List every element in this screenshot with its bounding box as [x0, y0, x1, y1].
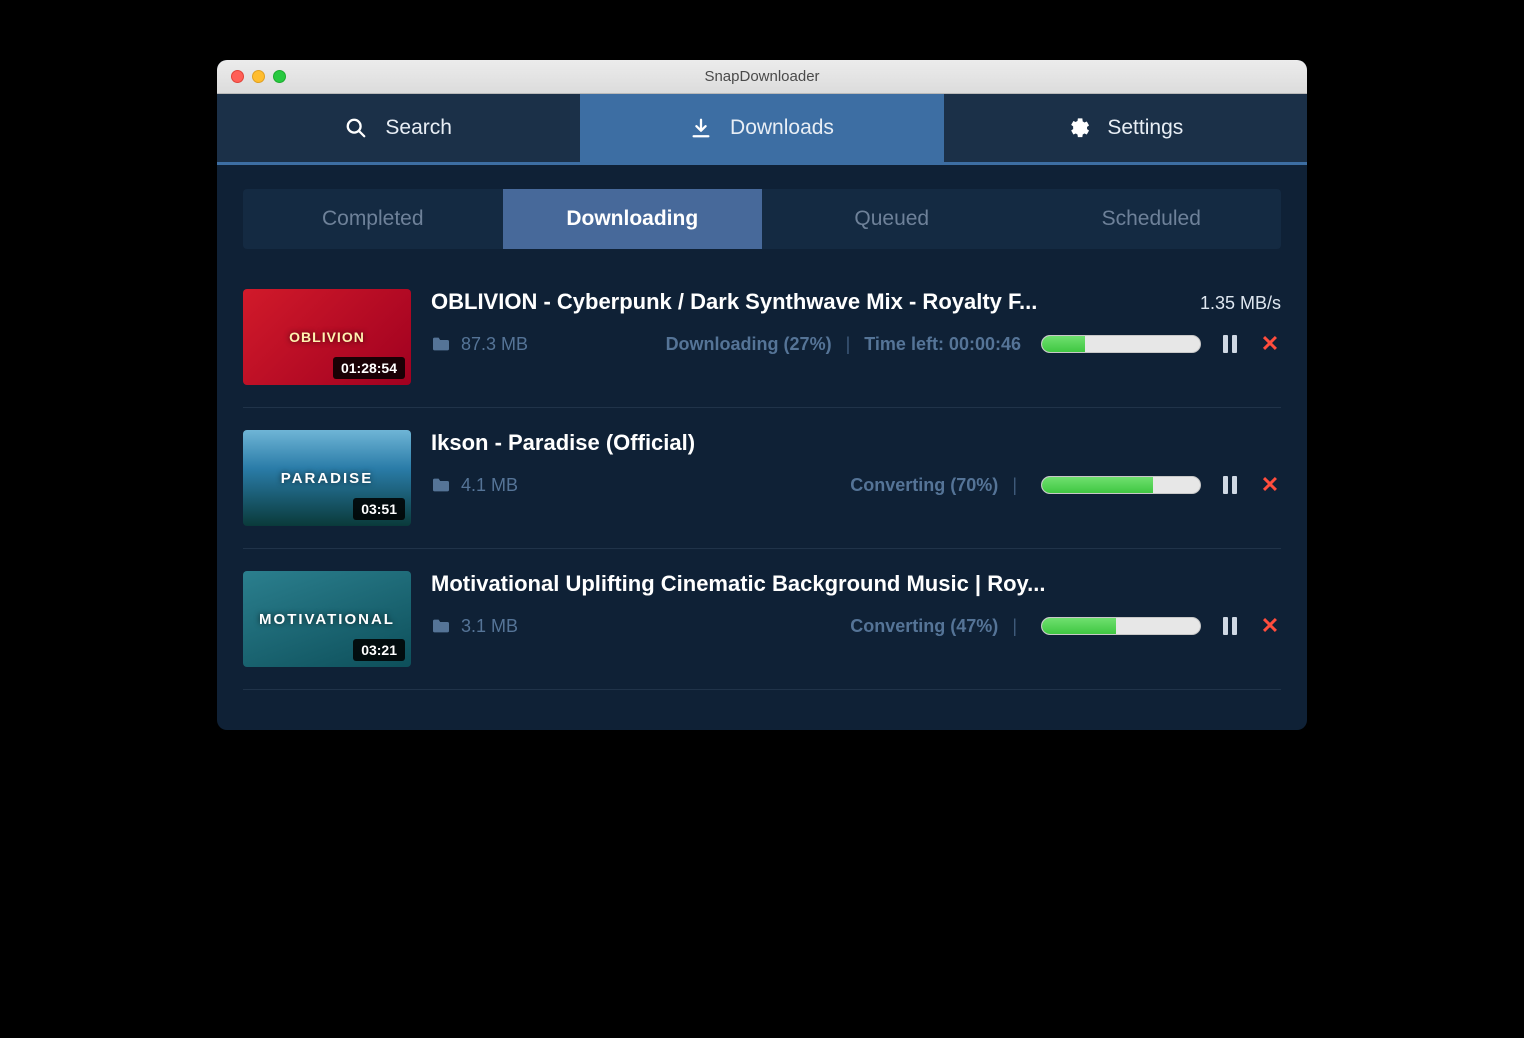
folder-icon[interactable] — [431, 336, 451, 352]
pause-icon — [1223, 617, 1237, 635]
window-controls — [217, 70, 286, 83]
tab-queued[interactable]: Queued — [762, 189, 1022, 249]
nav-label: Settings — [1107, 116, 1183, 140]
gear-icon — [1067, 117, 1089, 139]
close-icon: ✕ — [1261, 615, 1279, 637]
pause-button[interactable] — [1219, 615, 1241, 637]
item-body: OBLIVION - Cyberpunk / Dark Synthwave Mi… — [431, 289, 1281, 355]
window-title: SnapDownloader — [217, 68, 1307, 85]
nav-search[interactable]: Search — [217, 94, 580, 162]
item-title: Ikson - Paradise (Official) — [431, 430, 1265, 456]
main-nav: Search Downloads Settings — [217, 94, 1307, 165]
progress-bar — [1041, 617, 1201, 635]
thumbnail-label: OBLIVION — [289, 329, 365, 345]
folder-icon[interactable] — [431, 477, 451, 493]
minimize-window-button[interactable] — [252, 70, 265, 83]
status-text: Converting (47%) — [850, 616, 998, 637]
progress-bar — [1041, 476, 1201, 494]
item-title: Motivational Uplifting Cinematic Backgro… — [431, 571, 1265, 597]
download-item: MOTIVATIONAL 03:21 Motivational Upliftin… — [243, 549, 1281, 690]
duration-badge: 03:21 — [353, 639, 405, 661]
thumbnail[interactable]: OBLIVION 01:28:54 — [243, 289, 411, 385]
download-item: PARADISE 03:51 Ikson - Paradise (Officia… — [243, 408, 1281, 549]
separator: | — [1008, 475, 1021, 496]
tab-completed[interactable]: Completed — [243, 189, 503, 249]
cancel-button[interactable]: ✕ — [1259, 615, 1281, 637]
nav-settings[interactable]: Settings — [944, 94, 1307, 162]
item-body: Ikson - Paradise (Official) 4.1 MB Conve… — [431, 430, 1281, 496]
maximize-window-button[interactable] — [273, 70, 286, 83]
pause-icon — [1223, 476, 1237, 494]
cancel-button[interactable]: ✕ — [1259, 333, 1281, 355]
file-size: 3.1 MB — [461, 616, 518, 637]
progress-fill — [1042, 336, 1085, 352]
item-title: OBLIVION - Cyberpunk / Dark Synthwave Mi… — [431, 289, 1184, 315]
close-icon: ✕ — [1261, 474, 1279, 496]
search-icon — [345, 117, 367, 139]
titlebar: SnapDownloader — [217, 60, 1307, 94]
content-area: Completed Downloading Queued Scheduled O… — [217, 165, 1307, 730]
progress-fill — [1042, 477, 1153, 493]
download-icon — [690, 117, 712, 139]
nav-label: Downloads — [730, 116, 834, 140]
duration-badge: 01:28:54 — [333, 357, 405, 379]
progress-bar — [1041, 335, 1201, 353]
tab-scheduled[interactable]: Scheduled — [1022, 189, 1282, 249]
thumbnail-label: PARADISE — [281, 470, 373, 487]
app-window: SnapDownloader Search Downloads Settings… — [217, 60, 1307, 730]
thumbnail[interactable]: PARADISE 03:51 — [243, 430, 411, 526]
separator: | — [842, 334, 855, 355]
pause-button[interactable] — [1219, 474, 1241, 496]
progress-fill — [1042, 618, 1116, 634]
nav-downloads[interactable]: Downloads — [580, 94, 943, 162]
item-body: Motivational Uplifting Cinematic Backgro… — [431, 571, 1281, 637]
close-icon: ✕ — [1261, 333, 1279, 355]
status-tabs: Completed Downloading Queued Scheduled — [243, 189, 1281, 249]
file-size: 87.3 MB — [461, 334, 528, 355]
separator: | — [1008, 616, 1021, 637]
cancel-button[interactable]: ✕ — [1259, 474, 1281, 496]
time-left: Time left: 00:00:46 — [864, 334, 1021, 355]
pause-button[interactable] — [1219, 333, 1241, 355]
file-size: 4.1 MB — [461, 475, 518, 496]
pause-icon — [1223, 335, 1237, 353]
tab-downloading[interactable]: Downloading — [503, 189, 763, 249]
thumbnail[interactable]: MOTIVATIONAL 03:21 — [243, 571, 411, 667]
close-window-button[interactable] — [231, 70, 244, 83]
duration-badge: 03:51 — [353, 498, 405, 520]
download-speed: 1.35 MB/s — [1200, 293, 1281, 314]
status-text: Converting (70%) — [850, 475, 998, 496]
nav-label: Search — [385, 116, 452, 140]
status-text: Downloading (27%) — [666, 334, 832, 355]
folder-icon[interactable] — [431, 618, 451, 634]
download-item: OBLIVION 01:28:54 OBLIVION - Cyberpunk /… — [243, 267, 1281, 408]
thumbnail-label: MOTIVATIONAL — [259, 611, 395, 628]
